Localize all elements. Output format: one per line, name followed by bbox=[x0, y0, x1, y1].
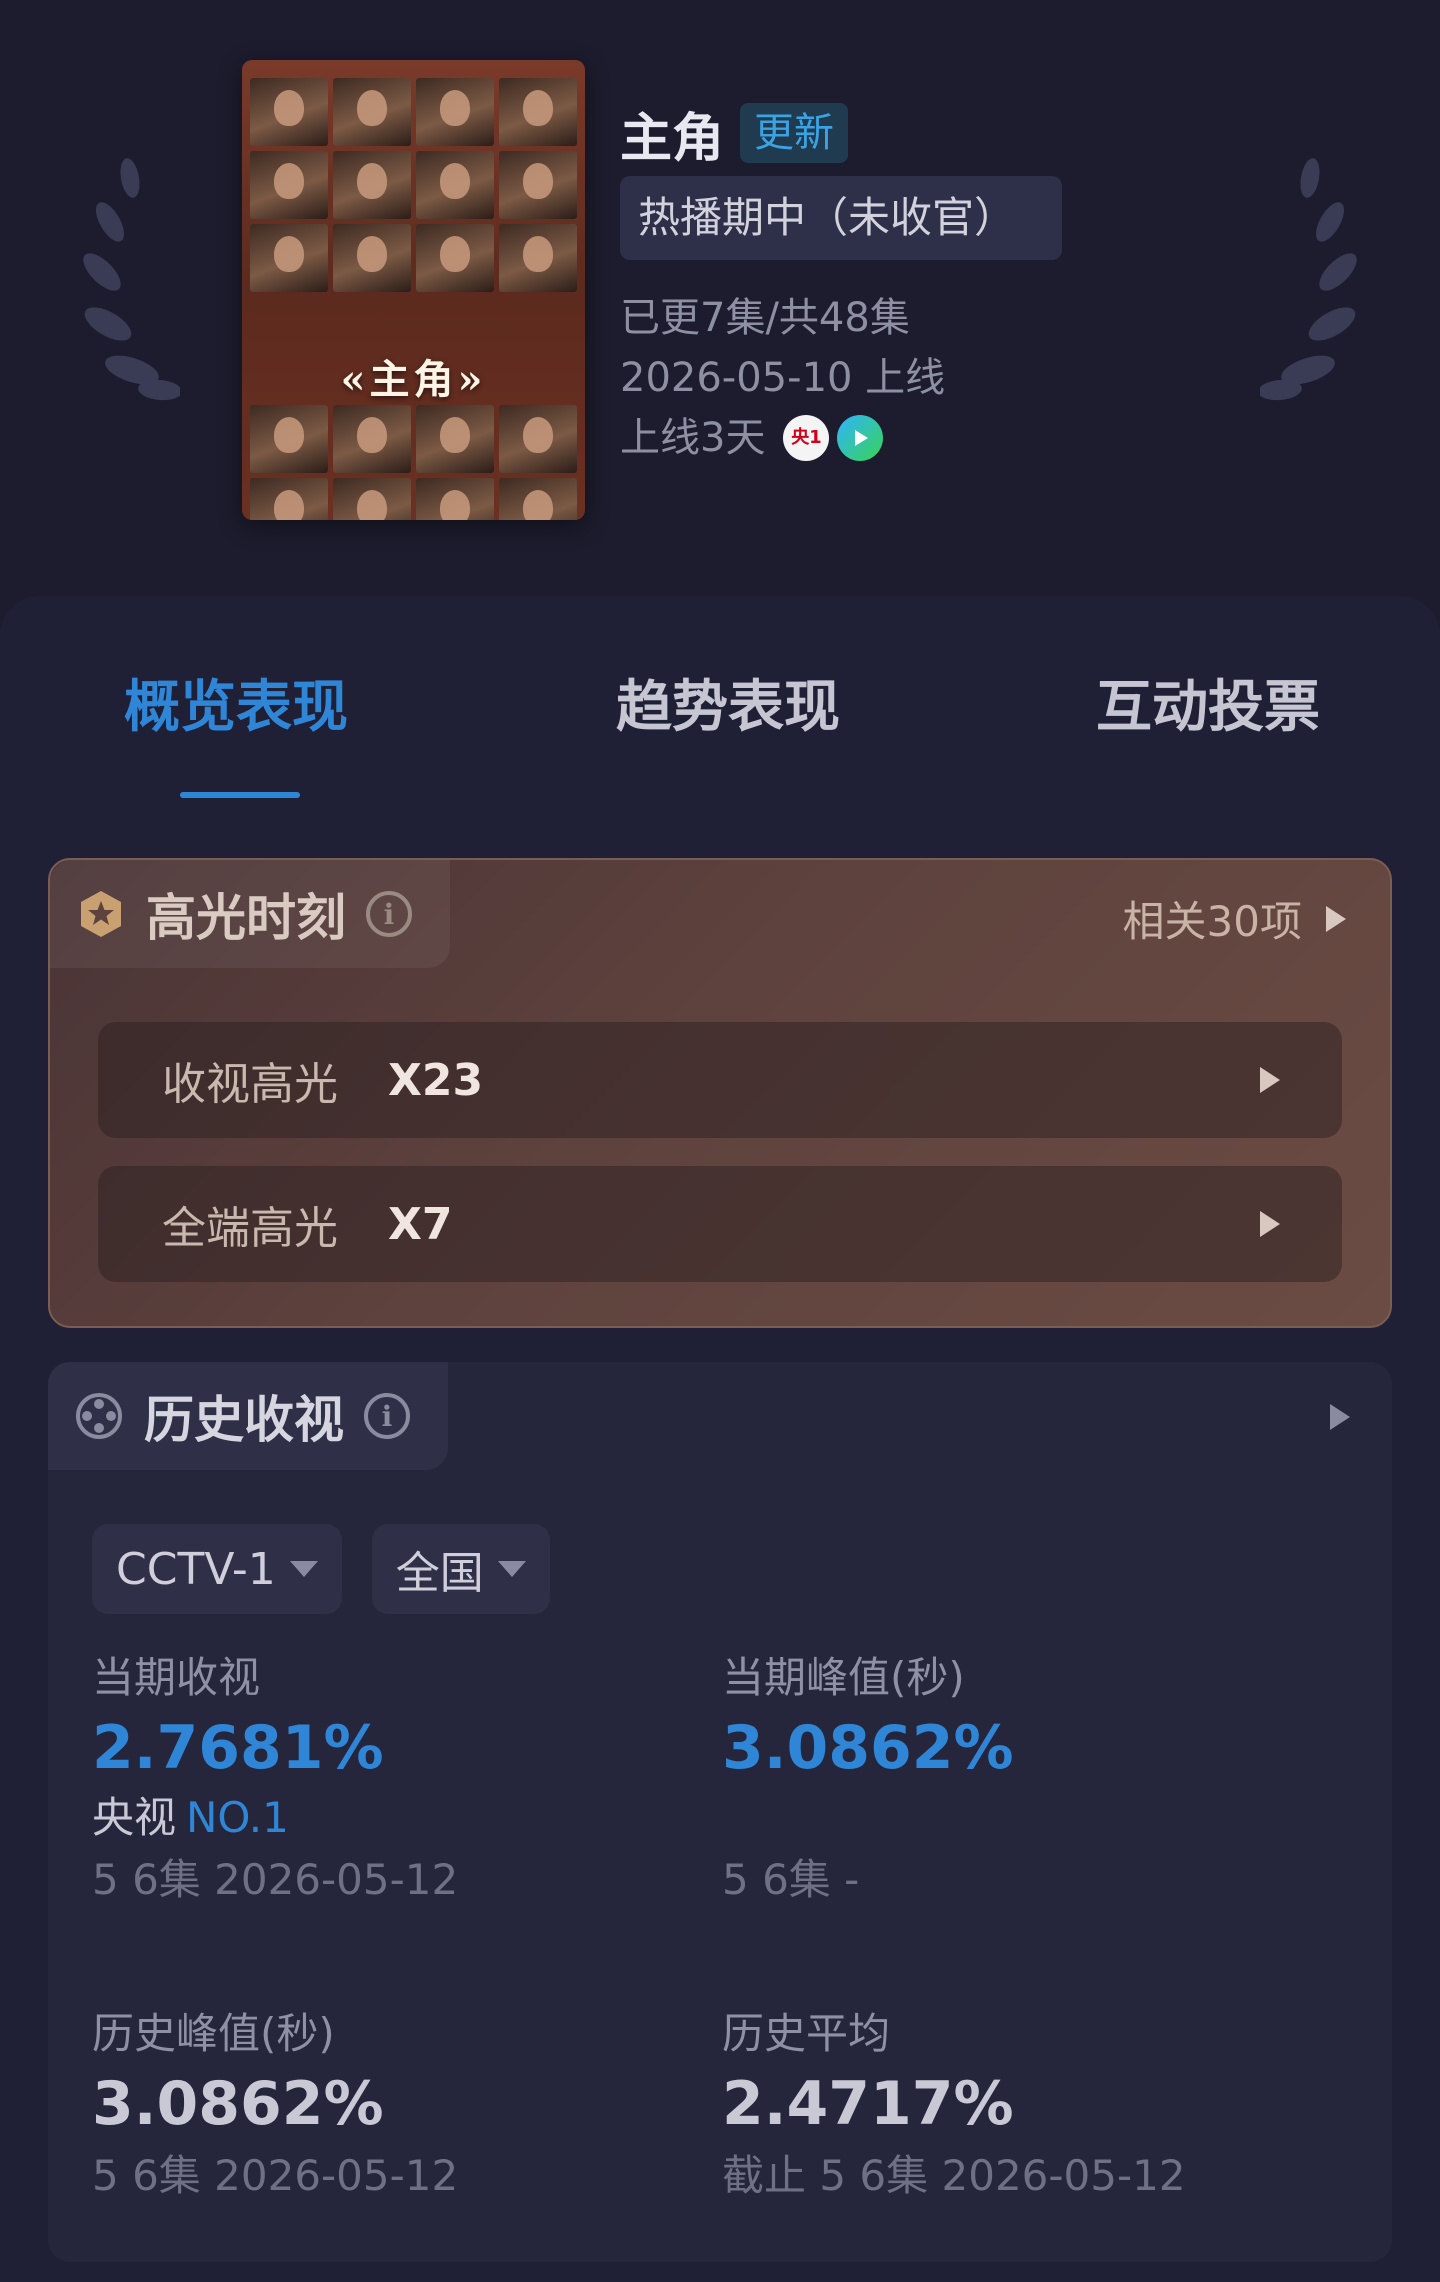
highlight-row-label: 全端高光 bbox=[162, 1203, 338, 1254]
tab-trend[interactable]: 趋势表现 bbox=[616, 662, 840, 743]
stat-value: 2.4717% bbox=[722, 2069, 1014, 2139]
film-reel-icon bbox=[74, 1391, 124, 1441]
show-header: «主角» 主角 更新 热播期中（未收官） 已更7集/共48集 2026-05-1… bbox=[0, 0, 1440, 600]
stat-value: 3.0862% bbox=[92, 2069, 384, 2139]
tab-bar: 概览表现 趋势表现 互动投票 bbox=[0, 596, 1440, 798]
stat-rank: 央视 NO.1 bbox=[92, 1788, 458, 1848]
tab-active-indicator bbox=[180, 792, 300, 798]
show-poster[interactable]: «主角» bbox=[242, 60, 585, 520]
cctv1-icon[interactable]: 央1 bbox=[783, 415, 830, 461]
stat-sub: 5 6集 2026-05-12 bbox=[92, 2151, 459, 2200]
main-panel: 概览表现 趋势表现 互动投票 高光时刻 i 相关30项 收视高光 X23 全端高… bbox=[0, 596, 1440, 2282]
stat-current-peak: 当期峰值(秒) 3.0862% 5 6集 - bbox=[722, 1648, 1014, 1912]
stat-label: 当期峰值(秒) bbox=[722, 1653, 965, 1702]
poster-cast-grid-bottom bbox=[250, 405, 577, 520]
highlight-row-allplatform[interactable]: 全端高光 X7 bbox=[98, 1166, 1342, 1282]
stat-sub: 截止 5 6集 2026-05-12 bbox=[722, 2151, 1186, 2200]
rank-number: NO.1 bbox=[186, 1793, 289, 1842]
laurel-left-icon bbox=[83, 158, 180, 401]
info-icon[interactable]: i bbox=[366, 891, 412, 937]
play-arrow-icon bbox=[1260, 1211, 1280, 1237]
stat-sub: 5 6集 - bbox=[722, 1855, 860, 1904]
poster-cast-grid bbox=[250, 78, 577, 292]
show-title: 主角 bbox=[620, 108, 725, 169]
laurel-right-icon bbox=[1260, 158, 1357, 401]
tab-overview[interactable]: 概览表现 bbox=[124, 662, 348, 743]
filter-bar: CCTV-1 全国 bbox=[92, 1524, 550, 1614]
history-ratings-card: 历史收视 i CCTV-1 全国 当期收视 2.7681% 央视 NO.1 5 6… bbox=[48, 1362, 1392, 2262]
highlight-header: 高光时刻 i bbox=[50, 860, 450, 968]
show-info: 主角 更新 热播期中（未收官） 已更7集/共48集 2026-05-10 上线 … bbox=[620, 98, 1240, 468]
caret-down-icon bbox=[497, 1561, 526, 1577]
related-link[interactable]: 相关30项 bbox=[1123, 888, 1346, 949]
highlight-row-ratings[interactable]: 收视高光 X23 bbox=[98, 1022, 1342, 1138]
stat-value: 2.7681% bbox=[92, 1713, 384, 1783]
highlight-row-label: 收视高光 bbox=[162, 1059, 338, 1110]
highlight-row-value: X23 bbox=[388, 1054, 484, 1106]
play-arrow-icon bbox=[1260, 1067, 1280, 1093]
episode-count: 已更7集/共48集 bbox=[620, 295, 910, 341]
play-arrow-icon bbox=[1326, 905, 1346, 932]
highlight-card: 高光时刻 i 相关30项 收视高光 X23 全端高光 X7 bbox=[48, 858, 1392, 1328]
stat-label: 历史峰值(秒) bbox=[92, 2009, 335, 2058]
stat-current-rating: 当期收视 2.7681% 央视 NO.1 5 6集 2026-05-12 bbox=[92, 1648, 458, 1912]
history-more-button[interactable] bbox=[1330, 1404, 1350, 1434]
region-select[interactable]: 全国 bbox=[371, 1524, 550, 1614]
status-badge: 热播期中（未收官） bbox=[620, 176, 1062, 260]
days-online: 上线3天 bbox=[620, 415, 766, 461]
highlight-title: 高光时刻 bbox=[146, 889, 346, 947]
stat-history-peak: 历史峰值(秒) 3.0862% 5 6集 2026-05-12 bbox=[92, 2004, 458, 2208]
stat-history-average: 历史平均 2.4717% 截止 5 6集 2026-05-12 bbox=[722, 2004, 1186, 2208]
release-date: 2026-05-10 上线 bbox=[620, 355, 946, 401]
related-count: 相关30项 bbox=[1122, 897, 1302, 946]
star-badge-icon bbox=[76, 889, 126, 939]
stat-label: 当期收视 bbox=[92, 1653, 261, 1702]
stat-value: 3.0862% bbox=[722, 1713, 1014, 1783]
channel-select[interactable]: CCTV-1 bbox=[92, 1524, 342, 1614]
caret-down-icon bbox=[289, 1561, 318, 1577]
info-icon[interactable]: i bbox=[364, 1393, 410, 1439]
region-select-value: 全国 bbox=[395, 1548, 484, 1599]
stat-sub: 5 6集 2026-05-12 bbox=[92, 1855, 459, 1904]
highlight-row-value: X7 bbox=[388, 1198, 453, 1250]
update-badge: 更新 bbox=[740, 103, 849, 163]
play-arrow-icon bbox=[1330, 1404, 1350, 1430]
stat-label: 历史平均 bbox=[722, 2009, 891, 2058]
rank-prefix: 央视 bbox=[92, 1793, 177, 1842]
poster-title: «主角» bbox=[340, 356, 487, 403]
history-title: 历史收视 bbox=[144, 1391, 344, 1449]
iqiyi-play-icon[interactable] bbox=[837, 415, 884, 461]
tab-vote[interactable]: 互动投票 bbox=[1096, 662, 1320, 743]
history-header: 历史收视 i bbox=[48, 1362, 448, 1470]
channel-select-value: CCTV-1 bbox=[116, 1543, 276, 1595]
